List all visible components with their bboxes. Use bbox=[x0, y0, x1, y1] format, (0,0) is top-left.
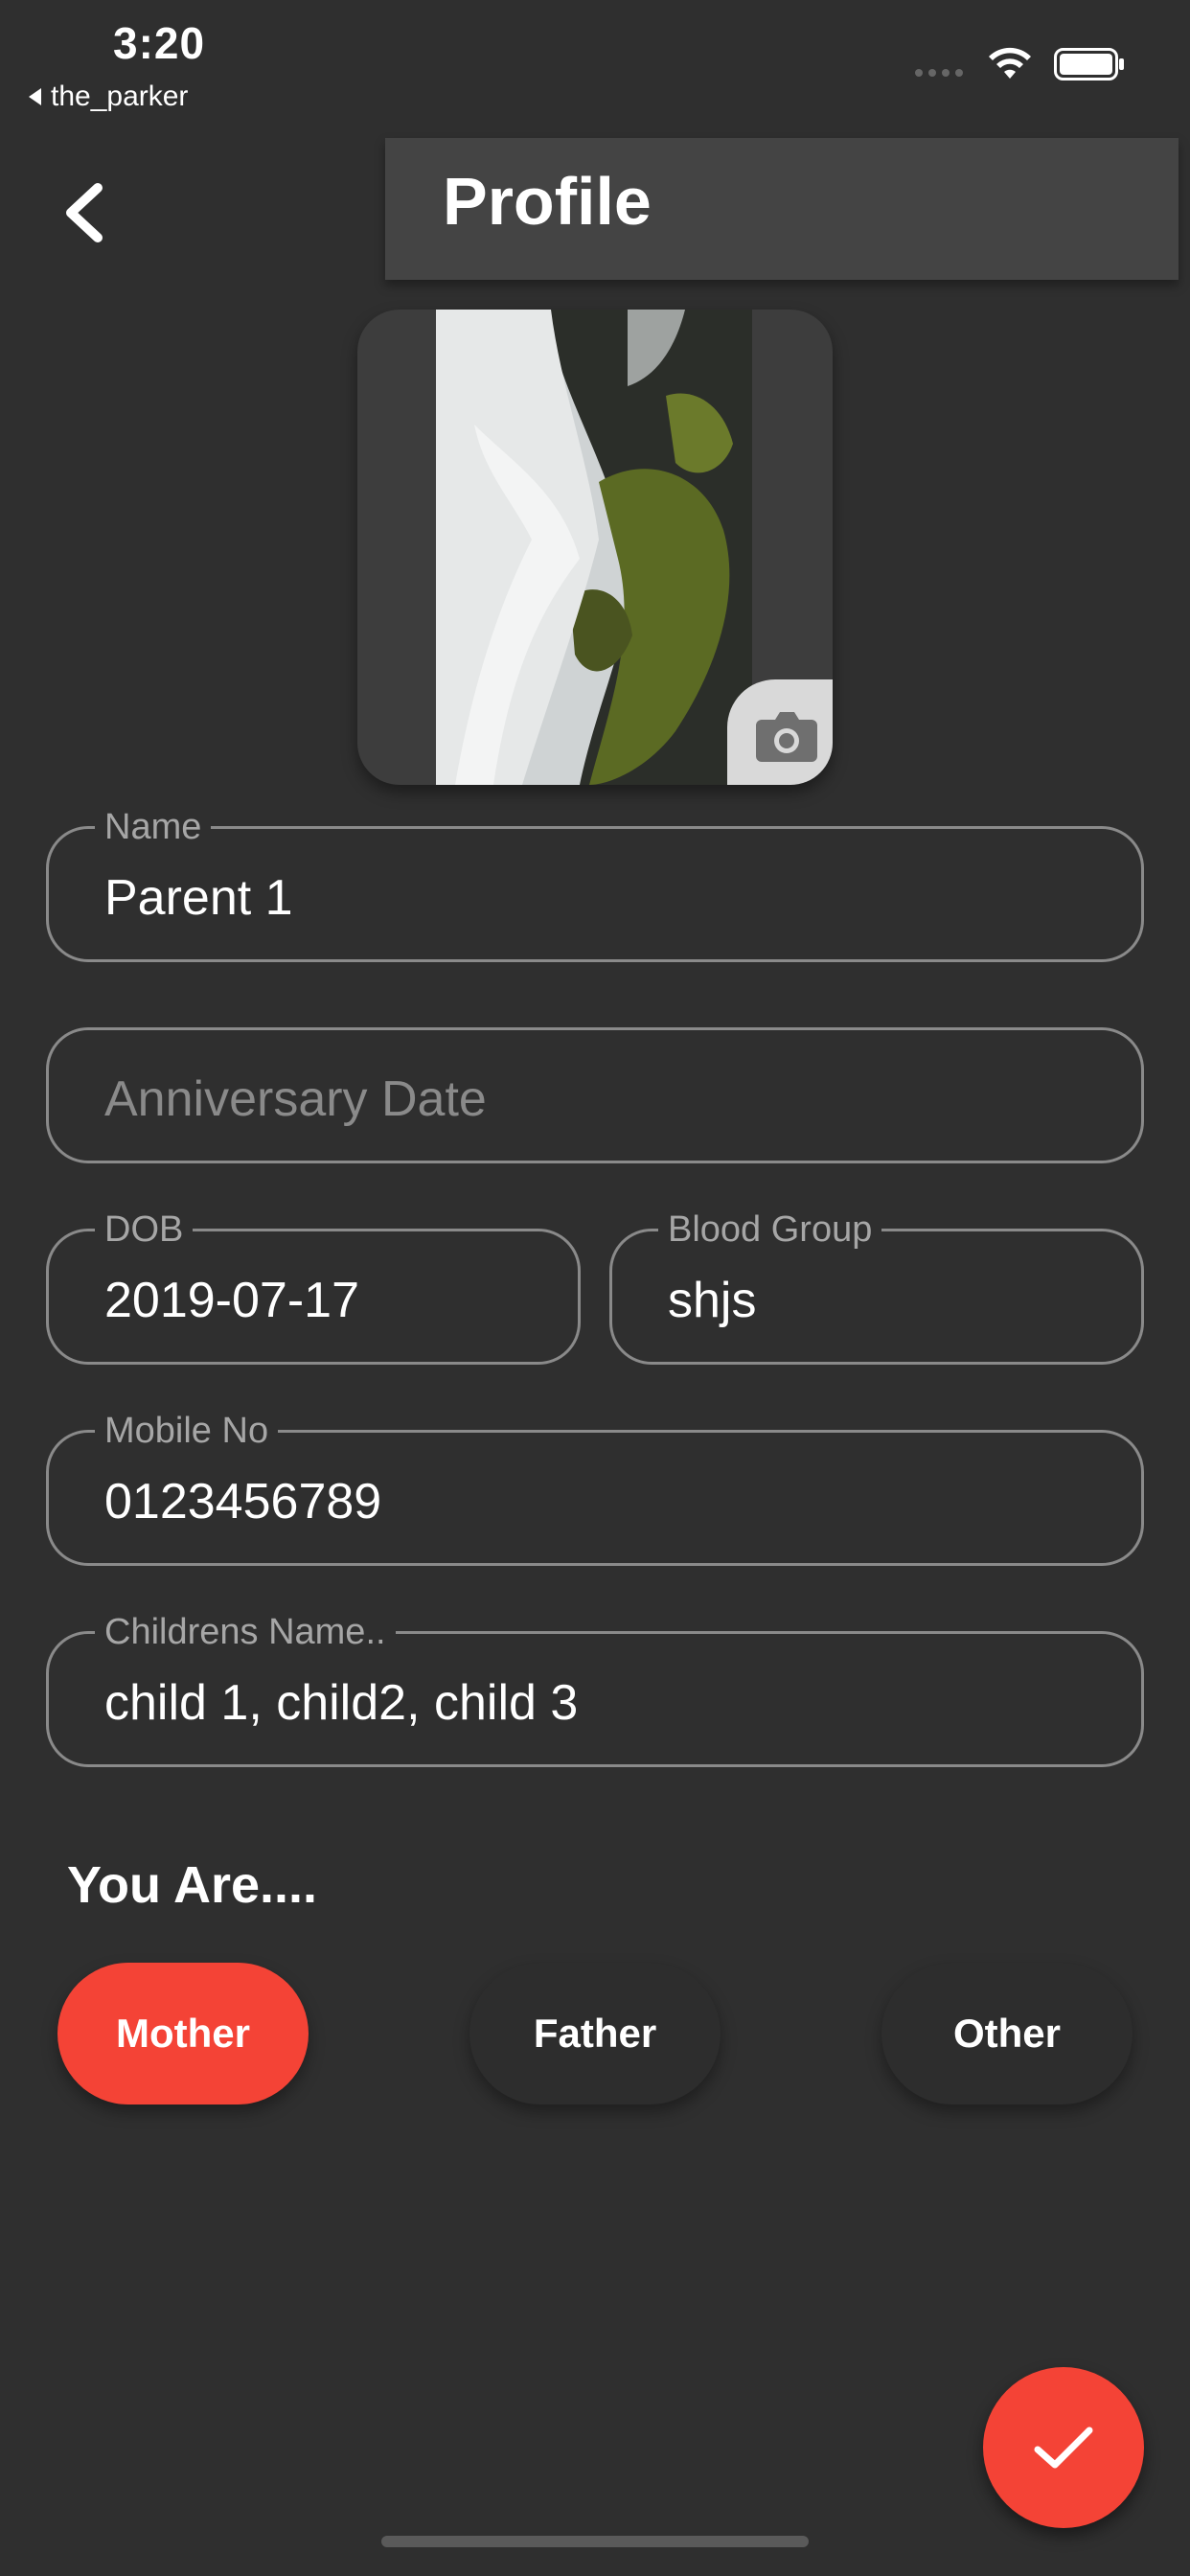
name-label: Name bbox=[95, 806, 212, 848]
you-are-heading: You Are.... bbox=[67, 1856, 318, 1914]
option-other-button[interactable]: Other bbox=[881, 1963, 1133, 2104]
blood-group-label: Blood Group bbox=[658, 1208, 882, 1251]
option-mother-button[interactable]: Mother bbox=[57, 1963, 309, 2104]
page-title: Profile bbox=[443, 164, 652, 239]
children-name-field[interactable]: Childrens Name.. bbox=[46, 1611, 1144, 1767]
mobile-input[interactable] bbox=[104, 1467, 1101, 1536]
back-triangle-icon bbox=[29, 88, 41, 105]
blood-group-input[interactable] bbox=[668, 1266, 1101, 1335]
name-input[interactable] bbox=[104, 863, 1101, 932]
name-field[interactable]: Name bbox=[46, 806, 1144, 962]
children-name-input[interactable] bbox=[104, 1668, 1101, 1737]
back-arrow-icon[interactable] bbox=[57, 174, 115, 251]
home-indicator[interactable] bbox=[381, 2536, 809, 2547]
dob-field[interactable]: DOB bbox=[46, 1208, 581, 1365]
mobile-field[interactable]: Mobile No bbox=[46, 1410, 1144, 1566]
status-time: 3:20 bbox=[113, 18, 206, 68]
dob-input[interactable] bbox=[104, 1266, 538, 1335]
anniversary-field[interactable] bbox=[46, 1027, 1144, 1163]
option-father-button[interactable]: Father bbox=[469, 1963, 721, 2104]
back-to-app[interactable]: the_parker bbox=[29, 80, 188, 113]
profile-photo bbox=[436, 310, 752, 785]
blood-group-field[interactable]: Blood Group bbox=[609, 1208, 1144, 1365]
cellular-signal-icon bbox=[915, 69, 963, 77]
dob-label: DOB bbox=[95, 1208, 194, 1251]
save-button[interactable] bbox=[983, 2367, 1144, 2528]
profile-photo-card[interactable] bbox=[357, 310, 833, 785]
check-icon bbox=[1034, 2426, 1093, 2469]
wifi-icon bbox=[989, 47, 1031, 79]
camera-icon bbox=[756, 712, 817, 762]
mobile-label: Mobile No bbox=[95, 1410, 279, 1452]
camera-button[interactable] bbox=[727, 679, 833, 785]
back-app-label: the_parker bbox=[51, 80, 189, 112]
battery-icon bbox=[1054, 48, 1124, 80]
anniversary-date-input[interactable] bbox=[104, 1065, 1101, 1134]
children-name-label: Childrens Name.. bbox=[95, 1611, 396, 1653]
